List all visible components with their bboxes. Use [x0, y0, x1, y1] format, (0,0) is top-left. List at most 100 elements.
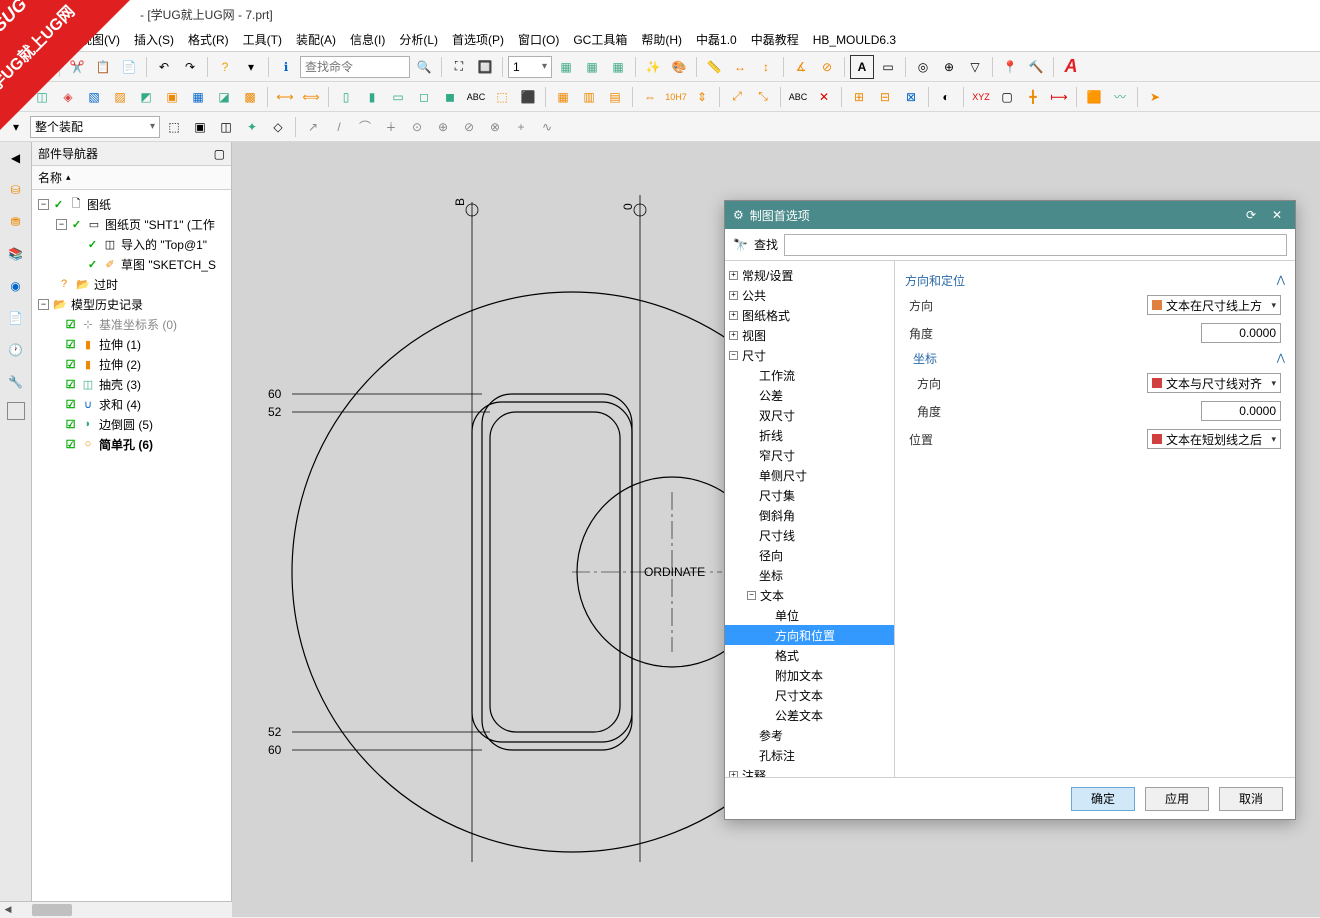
tb-dim-v-icon[interactable]: ↕ [754, 55, 778, 79]
tb3-icon-2[interactable]: ▣ [188, 115, 212, 139]
tree-node-drawing[interactable]: −✓🗋图纸 [34, 194, 229, 214]
menu-info[interactable]: 信息(I) [350, 31, 385, 48]
menu-view[interactable]: 视图(V) [80, 31, 120, 48]
tb2-dim1-icon[interactable]: ⟷ [273, 85, 297, 109]
dialog-reset-icon[interactable]: ⟳ [1241, 205, 1261, 225]
tb2-dim5-icon[interactable]: ⤢ [725, 85, 749, 109]
tb-copy-icon[interactable]: 📋 [91, 55, 115, 79]
tb2-sheet3-icon[interactable]: ▭ [386, 85, 410, 109]
tb-wand-icon[interactable]: ✨ [641, 55, 665, 79]
sidebar-books-icon[interactable]: 📚 [4, 242, 28, 266]
assembly-filter-select[interactable]: 整个装配 [30, 116, 160, 138]
menu-window[interactable]: 窗口(O) [518, 31, 559, 48]
dropdown-direction[interactable]: 文本在尺寸线上方 [1147, 295, 1281, 315]
tb-search-go-icon[interactable]: 🔍 [412, 55, 436, 79]
tb2-arrow-icon[interactable]: ➤ [1143, 85, 1167, 109]
sidebar-tool-icon[interactable]: 🔧 [4, 370, 28, 394]
menu-zhonglei1[interactable]: 中磊1.0 [696, 31, 737, 48]
tb2-tbl2-icon[interactable]: ⊟ [873, 85, 897, 109]
tb3-tan-icon[interactable]: ∿ [535, 115, 559, 139]
dlg-tree-dimtext[interactable]: 尺寸文本 [725, 685, 894, 705]
tb-pin-icon[interactable]: 📍 [998, 55, 1022, 79]
sidebar-nav-icon[interactable]: ⛁ [4, 178, 28, 202]
tb3-cen-icon[interactable]: ⊕ [431, 115, 455, 139]
dlg-tree-dimline[interactable]: 尺寸线 [725, 525, 894, 545]
menu-insert[interactable]: 插入(S) [134, 31, 174, 48]
dialog-tree-pane[interactable]: +常规/设置 +公共 +图纸格式 +视图 −尺寸 工作流 公差 双尺寸 折线 窄… [725, 261, 895, 777]
tb2-icon-5[interactable]: ▨ [108, 85, 132, 109]
dlg-tree-append[interactable]: 附加文本 [725, 665, 894, 685]
tb-target2-icon[interactable]: ⊕ [937, 55, 961, 79]
tb2-abc2-icon[interactable]: ABC [786, 85, 810, 109]
tb2-icon-7[interactable]: ▣ [160, 85, 184, 109]
dlg-tree-annot[interactable]: +注释 [725, 765, 894, 777]
menu-format[interactable]: 格式(R) [188, 31, 229, 48]
tb-layer3-icon[interactable]: ▦ [606, 55, 630, 79]
tb2-abc-icon[interactable]: ABC [464, 85, 488, 109]
dlg-tree-radial[interactable]: 径向 [725, 545, 894, 565]
tb3-arc-icon[interactable]: ⌒ [353, 115, 377, 139]
menu-help[interactable]: 帮助(H) [641, 31, 682, 48]
tree-node-csys[interactable]: ☑⊹基准坐标系 (0) [34, 314, 229, 334]
tb2-csys-icon[interactable]: ╋ [1021, 85, 1045, 109]
tb2-grid1-icon[interactable]: ▦ [551, 85, 575, 109]
tree-node-history[interactable]: −📂模型历史记录 [34, 294, 229, 314]
tb2-tbl3-icon[interactable]: ⊠ [899, 85, 923, 109]
menu-preferences[interactable]: 首选项(P) [452, 31, 504, 48]
tree-node-hole[interactable]: ☑○简单孔 (6) [34, 434, 229, 454]
tb-info-icon[interactable]: ℹ [274, 55, 298, 79]
tb-hammer-icon[interactable]: 🔨 [1024, 55, 1048, 79]
sidebar-doc-icon[interactable]: 📄 [4, 306, 28, 330]
dlg-tree-jog[interactable]: 折线 [725, 425, 894, 445]
tb-note-icon[interactable]: ▭ [876, 55, 900, 79]
tree-node-sum[interactable]: ☑∪求和 (4) [34, 394, 229, 414]
dlg-tree-toltext[interactable]: 公差文本 [725, 705, 894, 725]
tb-text-icon[interactable]: A [850, 55, 874, 79]
tb-target1-icon[interactable]: ◎ [911, 55, 935, 79]
dlg-tree-tol[interactable]: 公差 [725, 385, 894, 405]
menu-tools[interactable]: 工具(T) [243, 31, 282, 48]
command-search-input[interactable] [300, 56, 410, 78]
dlg-tree-sheetfmt[interactable]: +图纸格式 [725, 305, 894, 325]
tb-fit-icon[interactable]: ⛶ [447, 55, 471, 79]
tb2-x-icon[interactable]: ✕ [812, 85, 836, 109]
dlg-tree-general[interactable]: +常规/设置 [725, 265, 894, 285]
input-angle[interactable] [1201, 323, 1281, 343]
section-coordinate[interactable]: 坐标⋀ [913, 347, 1285, 369]
dialog-search-input[interactable] [784, 234, 1287, 256]
tb2-icon-6[interactable]: ◩ [134, 85, 158, 109]
sidebar-toggle-icon[interactable]: ◀ [4, 146, 28, 170]
tb2-sheet4-icon[interactable]: ◻ [412, 85, 436, 109]
tb2-grid2-icon[interactable]: ▥ [577, 85, 601, 109]
dlg-tree-ref[interactable]: 参考 [725, 725, 894, 745]
tb3-point-icon[interactable]: ∔ [379, 115, 403, 139]
tb2-icon-9[interactable]: ◪ [212, 85, 236, 109]
dlg-tree-single[interactable]: 单侧尺寸 [725, 465, 894, 485]
num-select[interactable]: 1 [508, 56, 552, 78]
tb2-dim4-icon[interactable]: ⇕ [690, 85, 714, 109]
tb3-icon-4[interactable]: ✦ [240, 115, 264, 139]
tb2-grid3-icon[interactable]: ▤ [603, 85, 627, 109]
tb-dim-ang-icon[interactable]: ∡ [789, 55, 813, 79]
tb2-dim6-icon[interactable]: ⤡ [751, 85, 775, 109]
nav-pin-icon[interactable]: ▢ [214, 147, 225, 161]
tb2-icon-10[interactable]: ▩ [238, 85, 262, 109]
apply-button[interactable]: 应用 [1145, 787, 1209, 811]
tb2-sq-icon[interactable]: ▢ [995, 85, 1019, 109]
sidebar-assem-icon[interactable]: ⛃ [4, 210, 28, 234]
dlg-tree-dimset[interactable]: 尺寸集 [725, 485, 894, 505]
sidebar-clock-icon[interactable]: 🕐 [4, 338, 28, 362]
tree-node-sheet[interactable]: −✓▭图纸页 "SHT1" (工作 [34, 214, 229, 234]
nav-column-header[interactable]: 名称▴ [32, 166, 231, 190]
tb-undo-icon[interactable]: ↶ [152, 55, 176, 79]
tb2-view1-icon[interactable]: ⬚ [490, 85, 514, 109]
tb3-line-icon[interactable]: / [327, 115, 351, 139]
tree-node-extrude2[interactable]: ☑▮拉伸 (2) [34, 354, 229, 374]
tree-node-extrude1[interactable]: ☑▮拉伸 (1) [34, 334, 229, 354]
tree-node-sketch[interactable]: ✓✐草图 "SKETCH_S [34, 254, 229, 274]
tb-dropdown-icon[interactable]: ▾ [239, 55, 263, 79]
tb2-icon-8[interactable]: ▦ [186, 85, 210, 109]
cancel-button[interactable]: 取消 [1219, 787, 1283, 811]
tb3-icon-1[interactable]: ⬚ [162, 115, 186, 139]
menu-assembly[interactable]: 装配(A) [296, 31, 336, 48]
